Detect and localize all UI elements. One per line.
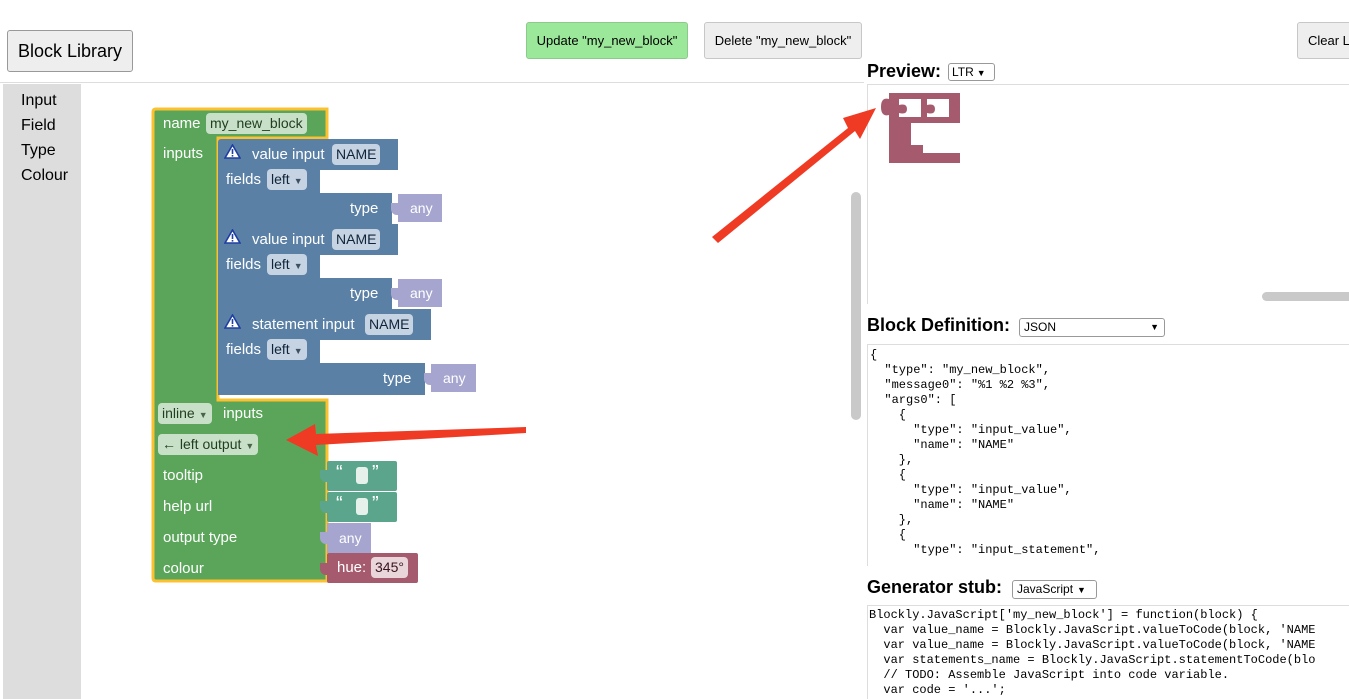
chevron-down-icon: ▼ — [245, 441, 255, 451]
warning-icon[interactable] — [224, 229, 241, 244]
tooltip-text-block[interactable]: “ ” — [327, 461, 397, 491]
toolbox: Input Field Type Colour — [3, 84, 81, 699]
input-name-field[interactable]: NAME — [365, 314, 414, 335]
block-definition-title: Block Definition: — [867, 315, 1010, 335]
delete-block-button[interactable]: Delete "my_new_block" — [704, 22, 862, 59]
preview-block[interactable] — [881, 93, 963, 167]
help-url-label: help url — [163, 498, 213, 515]
fields-align-dropdown[interactable]: left ▼ — [267, 169, 307, 190]
type-label: type — [350, 285, 379, 302]
toolbox-category-colour[interactable]: Colour — [21, 167, 68, 185]
input-name-field[interactable]: NAME — [332, 229, 381, 250]
block-library-button[interactable]: Block Library — [7, 30, 133, 72]
block-name-field[interactable]: my_new_block — [206, 113, 307, 134]
toolbox-category-field[interactable]: Field — [21, 117, 56, 135]
warning-icon[interactable] — [224, 314, 241, 329]
colour-hue-block[interactable]: hue: 345° — [327, 553, 418, 583]
value-input-label: value input — [252, 146, 325, 163]
preview-horizontal-scrollbar[interactable] — [1262, 292, 1349, 301]
generator-stub-title: Generator stub: — [867, 577, 1003, 597]
chevron-down-icon: ▼ — [1150, 322, 1159, 332]
inline-inputs-label: inputs — [223, 405, 264, 422]
format-select[interactable]: JSON ▼ — [1019, 318, 1165, 337]
type-any-block[interactable]: any — [398, 194, 442, 222]
fields-label: fields — [226, 256, 262, 273]
chevron-down-icon: ▼ — [198, 410, 208, 420]
generator-stub-code[interactable]: Blockly.JavaScript['my_new_block'] = fun… — [867, 605, 1349, 699]
inputs-label: inputs — [163, 145, 204, 162]
chevron-down-icon: ▼ — [976, 68, 986, 78]
fields-align-dropdown[interactable]: left ▼ — [267, 254, 307, 275]
block-definition-code[interactable]: { "type": "my_new_block", "message0": "%… — [867, 344, 1349, 566]
toolbar-divider — [0, 82, 864, 83]
toolbox-category-type[interactable]: Type — [21, 142, 56, 160]
output-type-any-block[interactable]: any — [327, 523, 371, 553]
help-url-text-block[interactable]: “ ” — [327, 492, 397, 522]
output-dropdown[interactable]: ← left output ▼ — [158, 434, 259, 455]
warning-icon[interactable] — [224, 144, 241, 159]
statement-input-label: statement input — [252, 316, 355, 333]
type-label: type — [350, 200, 379, 217]
text-field[interactable] — [356, 467, 368, 484]
type-any-block[interactable]: any — [431, 364, 476, 392]
update-block-button[interactable]: Update "my_new_block" — [526, 22, 688, 59]
type-label: type — [383, 370, 412, 387]
value-input-label: value input — [252, 231, 325, 248]
input-name-field[interactable]: NAME — [332, 144, 381, 165]
tooltip-label: tooltip — [163, 467, 204, 484]
clear-library-button[interactable]: Clear L — [1297, 22, 1349, 59]
name-label: name — [163, 115, 201, 132]
fields-align-dropdown[interactable]: left ▼ — [267, 339, 307, 360]
text-field[interactable] — [356, 498, 368, 515]
type-any-block[interactable]: any — [398, 279, 442, 307]
preview-workspace[interactable] — [867, 84, 1349, 304]
chevron-down-icon: ▼ — [293, 176, 303, 186]
colour-label: colour — [163, 560, 204, 577]
toolbox-category-input[interactable]: Input — [21, 92, 57, 110]
fields-label: fields — [226, 341, 262, 358]
language-select[interactable]: JavaScript ▼ — [1012, 580, 1097, 599]
chevron-down-icon: ▼ — [293, 261, 303, 271]
workspace-vertical-scrollbar[interactable] — [851, 192, 861, 420]
chevron-down-icon: ▼ — [293, 346, 303, 356]
fields-label: fields — [226, 171, 262, 188]
hue-field[interactable]: 345° — [371, 557, 408, 578]
chevron-down-icon: ▼ — [1077, 585, 1086, 595]
inline-inputs-dropdown[interactable]: inline ▼ — [158, 403, 212, 424]
direction-select[interactable]: LTR ▼ — [948, 63, 995, 81]
output-type-label: output type — [163, 529, 238, 546]
preview-title: Preview: — [867, 61, 942, 81]
